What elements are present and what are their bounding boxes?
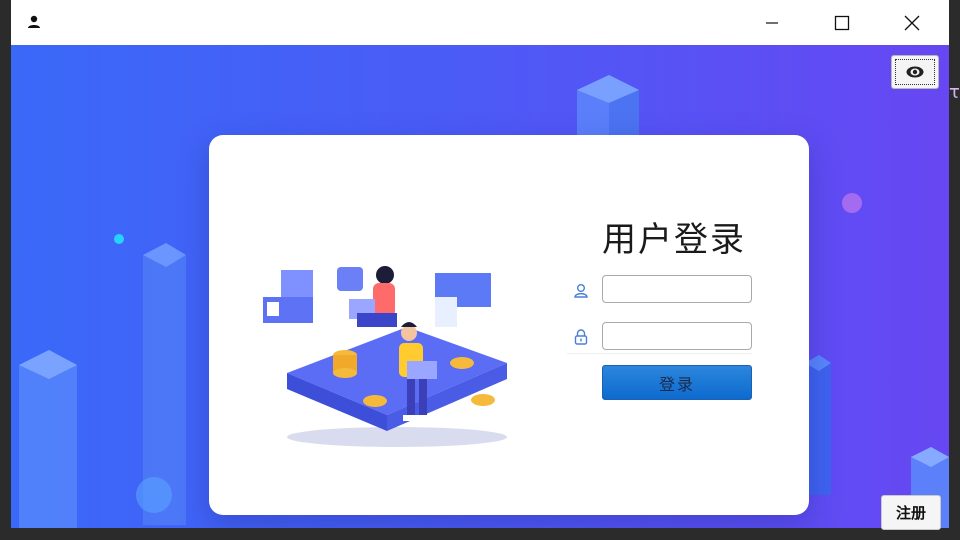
register-button[interactable]: 注册 — [881, 495, 941, 530]
maximize-button[interactable] — [819, 0, 865, 45]
minimize-icon — [766, 21, 778, 24]
close-icon — [904, 15, 920, 30]
user-icon — [574, 284, 588, 298]
workspace-illustration — [263, 266, 507, 447]
password-input[interactable] — [602, 322, 752, 350]
stray-glyph: τ — [949, 82, 960, 103]
login-card: 用户登录 登录 — [209, 135, 809, 515]
close-button[interactable] — [889, 0, 935, 45]
username-input[interactable] — [602, 275, 752, 303]
lock-icon — [574, 329, 588, 345]
show-password-toggle[interactable] — [891, 55, 939, 89]
login-title: 用户登录 — [602, 220, 746, 260]
maximize-icon — [834, 15, 850, 30]
divider — [567, 353, 752, 354]
title-bar[interactable] — [11, 0, 949, 45]
login-button[interactable]: 登录 — [602, 365, 752, 400]
eye-icon — [906, 66, 924, 78]
app-window: 用户登录 登录 — [11, 0, 949, 528]
minimize-button[interactable] — [749, 0, 795, 45]
user-icon — [28, 15, 40, 28]
